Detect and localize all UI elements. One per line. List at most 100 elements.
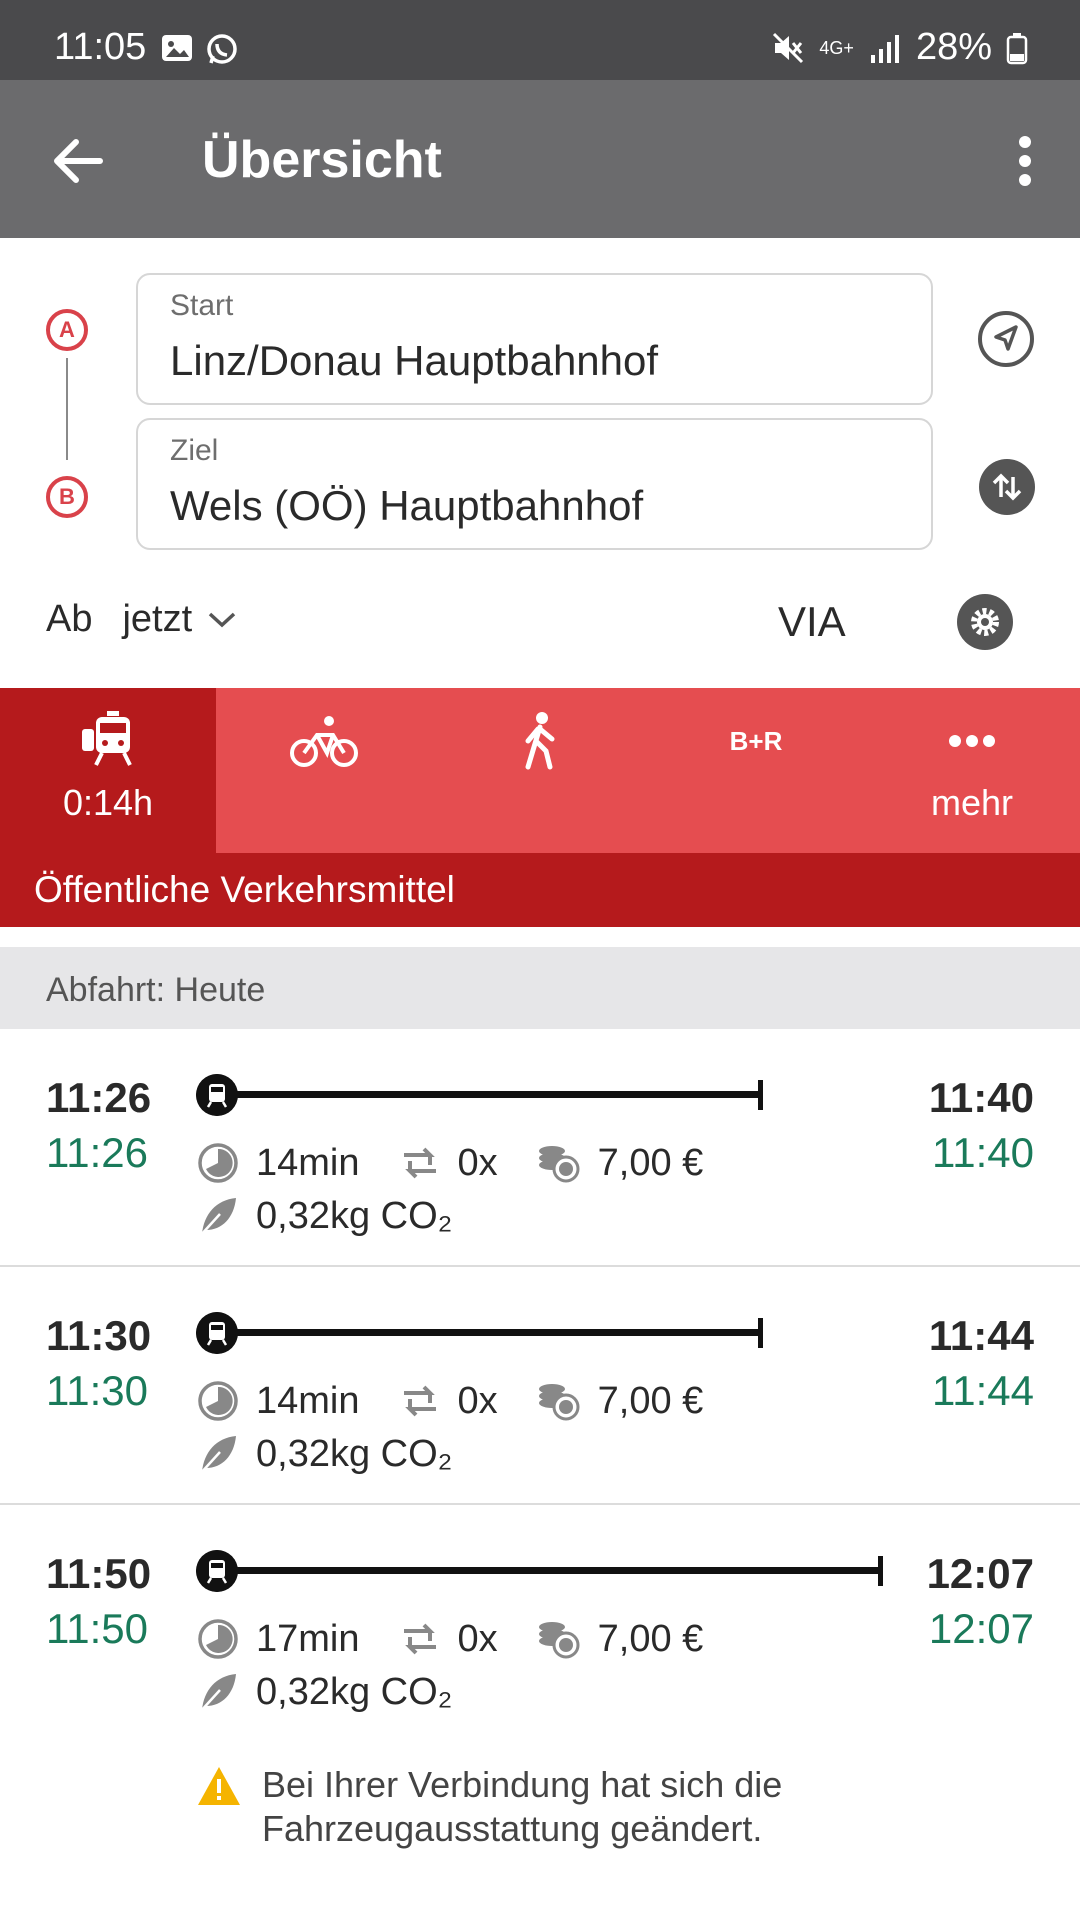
train-icon bbox=[196, 1550, 238, 1592]
journey-timeline bbox=[236, 1329, 761, 1336]
whatsapp-icon bbox=[207, 34, 237, 64]
via-button[interactable]: VIA bbox=[778, 598, 846, 646]
timeline-end bbox=[758, 1080, 763, 1110]
destination-field[interactable]: Ziel Wels (OÖ) Hauptbahnhof bbox=[136, 418, 933, 550]
co2-info: 0,32kg CO₂ bbox=[196, 1194, 452, 1238]
overflow-menu-button[interactable] bbox=[1000, 128, 1050, 194]
swap-vertical-icon bbox=[992, 473, 1022, 501]
walking-icon bbox=[525, 712, 555, 770]
status-bar: 11:05 4G+ 28% bbox=[0, 0, 1080, 80]
transfer-icon bbox=[403, 1623, 436, 1655]
route-connector bbox=[66, 358, 68, 460]
transfer-icon bbox=[403, 1147, 436, 1179]
train-icon bbox=[196, 1312, 238, 1354]
arrival-realtime: 11:40 bbox=[932, 1129, 1034, 1176]
battery-percent: 28% bbox=[915, 26, 992, 68]
chevron-down-icon bbox=[209, 612, 236, 627]
notification-icons bbox=[160, 32, 240, 68]
arrival-realtime: 12:07 bbox=[928, 1605, 1034, 1652]
battery-icon bbox=[1006, 32, 1028, 64]
gear-icon bbox=[971, 608, 999, 636]
duration: 17min bbox=[256, 1617, 360, 1660]
leaf-icon bbox=[199, 1198, 236, 1237]
journey-row[interactable]: 11:50 11:50 12:07 12:07 17min 0x 7,00 € … bbox=[0, 1505, 1080, 1920]
start-label: Start bbox=[170, 289, 234, 322]
arrival-time: 11:40 bbox=[928, 1074, 1034, 1121]
more-horizontal-icon bbox=[949, 735, 995, 747]
start-field[interactable]: Start Linz/Donau Hauptbahnhof bbox=[136, 273, 933, 405]
more-vertical-icon bbox=[1019, 136, 1031, 186]
time-prefix: Ab bbox=[46, 598, 93, 640]
departure-realtime: 11:50 bbox=[46, 1605, 148, 1652]
coins-icon bbox=[538, 1622, 580, 1659]
changes: 0x bbox=[457, 1141, 498, 1184]
locate-button[interactable] bbox=[978, 311, 1034, 367]
duration: 14min bbox=[256, 1379, 360, 1422]
departure-realtime: 11:26 bbox=[46, 1129, 148, 1176]
tab-more[interactable]: mehr bbox=[864, 688, 1080, 853]
page-title: Übersicht bbox=[202, 131, 442, 189]
journey-row[interactable]: 11:26 11:26 11:40 11:40 14min 0x 7,00 € … bbox=[0, 1029, 1080, 1267]
clock-icon bbox=[198, 1143, 238, 1183]
leaf-icon bbox=[199, 1674, 236, 1713]
timeline-end bbox=[758, 1318, 763, 1348]
category-title: Öffentliche Verkehrsmittel bbox=[0, 853, 1080, 927]
departure-time: 11:26 bbox=[46, 1074, 152, 1121]
bicycle-icon bbox=[290, 716, 358, 767]
coins-icon bbox=[538, 1146, 580, 1183]
clock-icon bbox=[198, 1381, 238, 1421]
journey-meta: 17min 0x 7,00 € bbox=[196, 1617, 703, 1661]
destination-value[interactable]: Wels (OÖ) Hauptbahnhof bbox=[170, 482, 643, 530]
settings-button[interactable] bbox=[957, 594, 1013, 650]
price: 7,00 € bbox=[597, 1379, 704, 1422]
co2-info: 0,32kg CO₂ bbox=[196, 1670, 452, 1714]
swap-button[interactable] bbox=[979, 459, 1035, 515]
tab-bike-and-ride[interactable]: B+R bbox=[648, 688, 864, 853]
warning-text: Bei Ihrer Verbindung hat sich die Fahrze… bbox=[262, 1764, 783, 1849]
signal-icon bbox=[870, 34, 899, 63]
tab-public-transport[interactable]: 0:14h bbox=[0, 688, 216, 853]
tab-bike[interactable] bbox=[216, 688, 432, 853]
status-right: 4G+ 28% bbox=[771, 26, 1028, 69]
departure-time: 11:50 bbox=[46, 1550, 152, 1597]
network-type: 4G+ bbox=[819, 37, 854, 58]
tab-walk[interactable] bbox=[432, 688, 648, 853]
marker-b-icon: B bbox=[46, 476, 88, 518]
arrival-time: 11:44 bbox=[928, 1312, 1034, 1359]
arrival-time: 12:07 bbox=[926, 1550, 1034, 1597]
arrow-left-icon bbox=[54, 139, 103, 183]
arrival-realtime: 11:44 bbox=[932, 1367, 1034, 1414]
marker-a-icon: A bbox=[46, 309, 88, 351]
time-value[interactable]: jetzt bbox=[122, 598, 192, 641]
transfer-icon bbox=[403, 1385, 436, 1417]
b-plus-r-icon: B+R bbox=[729, 725, 783, 756]
departure-realtime: 11:30 bbox=[46, 1367, 148, 1414]
journey-meta: 14min 0x 7,00 € bbox=[196, 1379, 703, 1423]
train-icon bbox=[196, 1074, 238, 1116]
tab-public-transport-label: 0:14h bbox=[62, 782, 154, 823]
journey-row[interactable]: 11:30 11:30 11:44 11:44 14min 0x 7,00 € … bbox=[0, 1267, 1080, 1505]
tab-more-label: mehr bbox=[930, 782, 1014, 823]
back-button[interactable] bbox=[46, 128, 112, 194]
journey-timeline bbox=[236, 1567, 881, 1574]
train-icon bbox=[82, 711, 132, 766]
warning-icon bbox=[198, 1767, 240, 1805]
mute-icon bbox=[773, 32, 804, 63]
clock-icon bbox=[198, 1619, 238, 1659]
day-header: Abfahrt: Heute bbox=[0, 947, 1080, 1029]
coins-icon bbox=[538, 1384, 580, 1421]
departure-time-selector[interactable]: Ab jetzt bbox=[46, 598, 240, 641]
start-value[interactable]: Linz/Donau Hauptbahnhof bbox=[170, 337, 658, 385]
navigation-arrow-icon bbox=[994, 325, 1018, 351]
leaf-icon bbox=[199, 1436, 236, 1475]
journey-warning: Bei Ihrer Verbindung hat sich die Fahrze… bbox=[196, 1763, 822, 1851]
price: 7,00 € bbox=[597, 1141, 704, 1184]
gallery-icon bbox=[162, 35, 192, 61]
price: 7,00 € bbox=[597, 1617, 704, 1660]
duration: 14min bbox=[256, 1141, 360, 1184]
app-bar: Übersicht bbox=[0, 80, 1080, 238]
co2: 0,32kg CO₂ bbox=[256, 1670, 453, 1713]
co2: 0,32kg CO₂ bbox=[256, 1432, 453, 1475]
route-form: A B Start Linz/Donau Hauptbahnhof Ziel W… bbox=[0, 238, 1080, 688]
timeline-end bbox=[878, 1556, 883, 1586]
